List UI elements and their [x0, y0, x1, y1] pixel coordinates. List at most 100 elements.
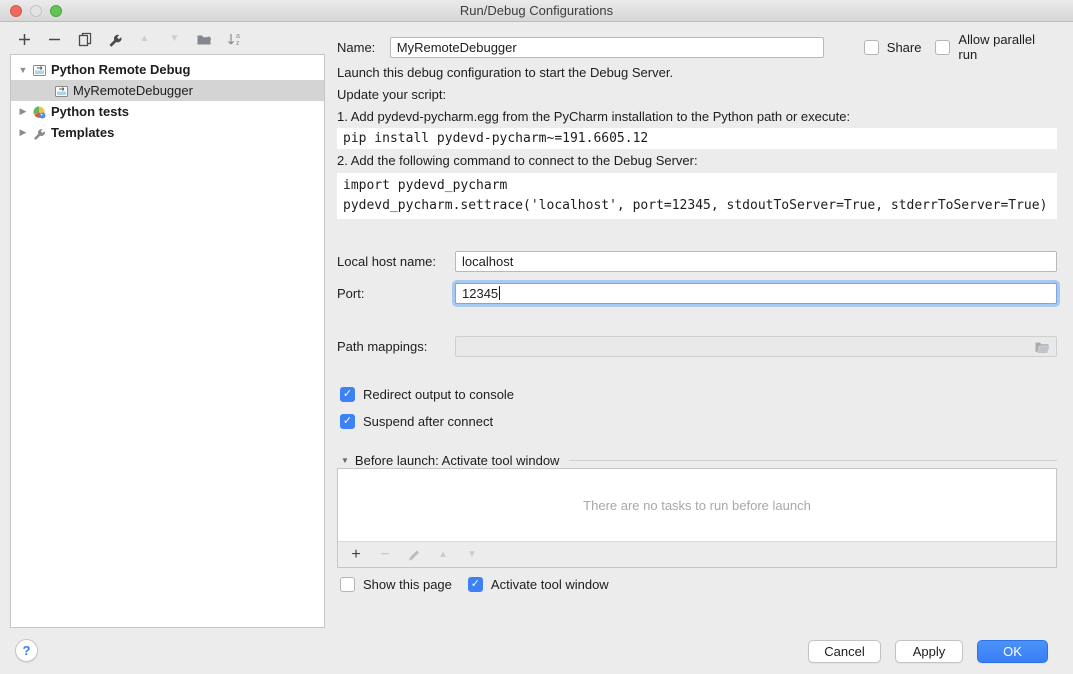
tasks-toolbar: + − ▲ ▼ [338, 541, 1056, 567]
page-options-row: Show this page ✓ Activate tool window [340, 577, 1057, 592]
tree-item-templates[interactable]: ▶ Templates [11, 122, 324, 143]
local-host-label: Local host name: [337, 254, 455, 269]
before-launch-title: Before launch: Activate tool window [355, 453, 560, 468]
checkmark-icon: ✓ [343, 415, 352, 428]
browse-folder-button[interactable] [1034, 340, 1050, 357]
name-input[interactable]: MyRemoteDebugger [390, 37, 824, 58]
pencil-icon [407, 548, 421, 562]
remove-task-button[interactable]: − [377, 547, 393, 563]
port-label: Port: [337, 286, 455, 301]
traffic-lights [10, 5, 62, 17]
port-row: Port: 12345 [337, 283, 1057, 304]
name-label: Name: [337, 40, 390, 55]
suspend-after-connect-label: Suspend after connect [363, 414, 493, 429]
path-mappings-label: Path mappings: [337, 339, 455, 354]
no-tasks-message: There are no tasks to run before launch [338, 469, 1056, 541]
minus-icon [47, 32, 62, 47]
suspend-after-connect-row: ✓ Suspend after connect [340, 414, 1057, 429]
cancel-button[interactable]: Cancel [808, 640, 881, 663]
port-value: 12345 [462, 286, 498, 301]
edit-templates-button[interactable] [106, 31, 123, 48]
up-arrow-icon: ▲ [140, 34, 150, 44]
tree-item-label: Python tests [51, 104, 129, 119]
copy-icon [77, 31, 93, 47]
text-caret [499, 286, 500, 300]
open-folder-icon [1034, 340, 1050, 354]
edit-task-button[interactable] [406, 547, 422, 563]
minimize-button[interactable] [30, 5, 42, 17]
wrench-icon [107, 31, 123, 47]
redirect-output-checkbox[interactable]: ✓ [340, 387, 355, 402]
chevron-down-icon[interactable]: ▼ [17, 65, 29, 75]
intro-text: Launch this debug configuration to start… [337, 64, 1057, 82]
activate-tool-window-label: Activate tool window [491, 577, 609, 592]
copy-configuration-button[interactable] [76, 31, 93, 48]
activate-tool-window-checkbox[interactable]: ✓ [468, 577, 483, 592]
before-launch-tasks-panel: There are no tasks to run before launch … [337, 468, 1057, 568]
path-mappings-input[interactable] [455, 336, 1057, 357]
wrench-icon [31, 125, 47, 141]
tree-item-label: Python Remote Debug [51, 62, 190, 77]
configuration-form: Name: MyRemoteDebugger Share Allow paral… [337, 0, 1057, 674]
before-launch-header[interactable]: ▼ Before launch: Activate tool window [337, 452, 1057, 468]
update-script-text: Update your script: [337, 86, 1057, 104]
folder-add-icon [196, 31, 213, 47]
add-configuration-button[interactable] [16, 31, 33, 48]
chevron-right-icon[interactable]: ▶ [17, 106, 29, 117]
step1-text: 1. Add pydevd-pycharm.egg from the PyCha… [337, 108, 1057, 126]
redirect-output-row: ✓ Redirect output to console [340, 387, 1057, 402]
remote-debug-icon [31, 62, 47, 78]
chevron-right-icon[interactable]: ▶ [17, 127, 29, 138]
plus-icon: + [351, 547, 360, 563]
down-arrow-icon: ▼ [170, 34, 180, 44]
move-task-up-button[interactable]: ▲ [435, 547, 451, 563]
share-checkbox[interactable] [864, 40, 879, 55]
remove-configuration-button[interactable] [46, 31, 63, 48]
allow-parallel-run-checkbox[interactable] [935, 40, 950, 55]
apply-button[interactable]: Apply [895, 640, 963, 663]
checkmark-icon: ✓ [471, 578, 480, 591]
tree-item-python-tests[interactable]: ▶ Python tests [11, 101, 324, 122]
move-task-down-button[interactable]: ▼ [464, 547, 480, 563]
move-down-button[interactable]: ▼ [166, 31, 183, 48]
suspend-after-connect-checkbox[interactable]: ✓ [340, 414, 355, 429]
tree-item-myremotedebugger[interactable]: MyRemoteDebugger [11, 80, 324, 101]
remote-debug-icon [53, 83, 69, 99]
configurations-toolbar: ▲ ▼ a z [16, 29, 243, 49]
settrace-code: import pydevd_pycharm pydevd_pycharm.set… [337, 173, 1057, 219]
settrace-code-line1: import pydevd_pycharm [343, 176, 1051, 196]
name-row: Name: MyRemoteDebugger Share Allow paral… [337, 32, 1057, 62]
share-label: Share [887, 40, 922, 55]
collapse-triangle-icon[interactable]: ▼ [341, 456, 349, 465]
tree-item-label: Templates [51, 125, 114, 140]
ok-button[interactable]: OK [977, 640, 1048, 663]
settrace-code-line2: pydevd_pycharm.settrace('localhost', por… [343, 196, 1051, 216]
move-up-button[interactable]: ▲ [136, 31, 153, 48]
allow-parallel-run-label: Allow parallel run [958, 32, 1057, 62]
path-mappings-row: Path mappings: [337, 336, 1057, 357]
local-host-input[interactable]: localhost [455, 251, 1057, 272]
divider [569, 460, 1057, 461]
minus-icon: − [380, 547, 389, 563]
port-input[interactable]: 12345 [455, 283, 1057, 304]
help-button[interactable]: ? [15, 639, 38, 662]
svg-text:z: z [236, 40, 240, 47]
sort-configurations-button[interactable]: a z [226, 31, 243, 48]
add-task-button[interactable]: + [348, 547, 364, 563]
pip-install-code: pip install pydevd-pycharm~=191.6605.12 [337, 128, 1057, 149]
question-mark-icon: ? [23, 643, 31, 658]
svg-text:a: a [236, 33, 240, 40]
local-host-row: Local host name: localhost [337, 251, 1057, 272]
tree-item-python-remote-debug[interactable]: ▼ Python Remote Debug [11, 59, 324, 80]
run-debug-configurations-dialog: Run/Debug Configurations ▲ ▼ [0, 0, 1073, 674]
down-arrow-icon: ▼ [467, 550, 477, 560]
redirect-output-label: Redirect output to console [363, 387, 514, 402]
show-this-page-label: Show this page [363, 577, 452, 592]
close-button[interactable] [10, 5, 22, 17]
create-folder-button[interactable] [196, 31, 213, 48]
show-this-page-checkbox[interactable] [340, 577, 355, 592]
tree-item-label: MyRemoteDebugger [73, 83, 193, 98]
zoom-button[interactable] [50, 5, 62, 17]
step2-text: 2. Add the following command to connect … [337, 152, 1057, 170]
up-arrow-icon: ▲ [438, 550, 448, 560]
